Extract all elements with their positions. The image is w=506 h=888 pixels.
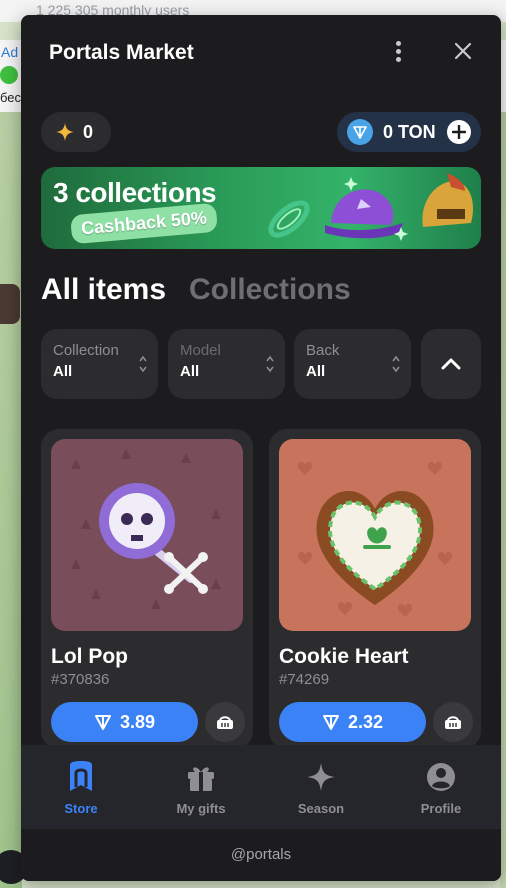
item-price: 3.89 <box>119 711 156 732</box>
basket-icon <box>445 716 461 729</box>
background-side-text: бес <box>0 90 22 105</box>
basket-icon <box>217 716 233 729</box>
star-icon <box>56 123 74 141</box>
profile-icon <box>427 763 455 791</box>
tab-collections[interactable]: Collections <box>189 273 351 307</box>
more-dots-icon <box>395 41 401 46</box>
sparkle-icon <box>307 763 335 791</box>
tab-profile[interactable]: Profile <box>381 745 501 829</box>
item-name: Cookie Heart <box>279 645 409 668</box>
buy-button[interactable]: 3.89 <box>51 702 198 742</box>
buy-button[interactable]: 2.32 <box>279 702 426 742</box>
tab-store-label: Store <box>64 801 98 816</box>
item-number: #74269 <box>279 671 330 688</box>
plus-icon <box>452 125 466 139</box>
more-menu-button[interactable] <box>387 41 409 67</box>
filter-collection[interactable]: Collection All <box>41 329 158 399</box>
tab-all-items[interactable]: All items <box>41 273 166 307</box>
background-chat-left <box>0 40 22 888</box>
background-ad-label: Ad <box>1 44 19 60</box>
stars-balance[interactable]: 0 <box>41 112 111 152</box>
add-funds-button[interactable] <box>447 120 471 144</box>
bot-handle-footer[interactable]: @portals <box>21 829 501 881</box>
item-image-cookie-heart <box>279 439 471 631</box>
filter-back[interactable]: Back All <box>294 329 411 399</box>
item-name: Lol Pop <box>51 645 128 668</box>
tab-season-label: Season <box>297 801 345 816</box>
item-image-lol-pop <box>51 439 243 631</box>
add-to-cart-button[interactable] <box>433 702 473 742</box>
background-status-dot <box>0 66 18 84</box>
bottom-tabbar: Store My gifts Season Profile <box>21 745 501 829</box>
item-price: 2.32 <box>347 711 384 732</box>
collapse-filters-button[interactable] <box>421 329 481 399</box>
window-title: Portals Market <box>49 41 194 64</box>
filter-model[interactable]: Model All <box>168 329 285 399</box>
sort-chevrons-icon <box>266 355 274 373</box>
banner-gifts-illustration <box>268 173 474 241</box>
tab-store[interactable]: Store <box>21 745 141 829</box>
tab-profile-label: Profile <box>420 801 462 816</box>
item-number: #370836 <box>51 671 110 688</box>
stars-balance-value: 0 <box>83 121 94 142</box>
ton-balance-value: 0 TON <box>383 121 436 142</box>
gift-icon <box>188 767 214 791</box>
store-icon <box>70 761 92 791</box>
window-header: Portals Market <box>21 15 501 91</box>
tab-my-gifts-label: My gifts <box>176 801 226 816</box>
ton-icon <box>94 715 111 730</box>
item-card[interactable]: Lol Pop #370836 3.89 <box>41 429 253 749</box>
ton-icon <box>322 715 339 730</box>
close-button[interactable] <box>453 41 473 61</box>
add-to-cart-button[interactable] <box>205 702 245 742</box>
tab-season[interactable]: Season <box>261 745 381 829</box>
tab-my-gifts[interactable]: My gifts <box>141 745 261 829</box>
sort-chevrons-icon <box>392 355 400 373</box>
background-avatar <box>0 284 20 324</box>
sort-chevrons-icon <box>139 355 147 373</box>
chevron-up-icon <box>441 358 461 370</box>
ton-balance[interactable]: 0 TON <box>337 112 481 152</box>
portals-market-window: Portals Market 0 0 TON 3 collections Cas… <box>21 15 501 881</box>
close-icon <box>454 42 472 60</box>
promo-banner[interactable]: 3 collections Cashback 50% <box>41 167 481 249</box>
item-card[interactable]: Cookie Heart #74269 2.32 <box>269 429 481 749</box>
ton-icon <box>347 119 373 145</box>
